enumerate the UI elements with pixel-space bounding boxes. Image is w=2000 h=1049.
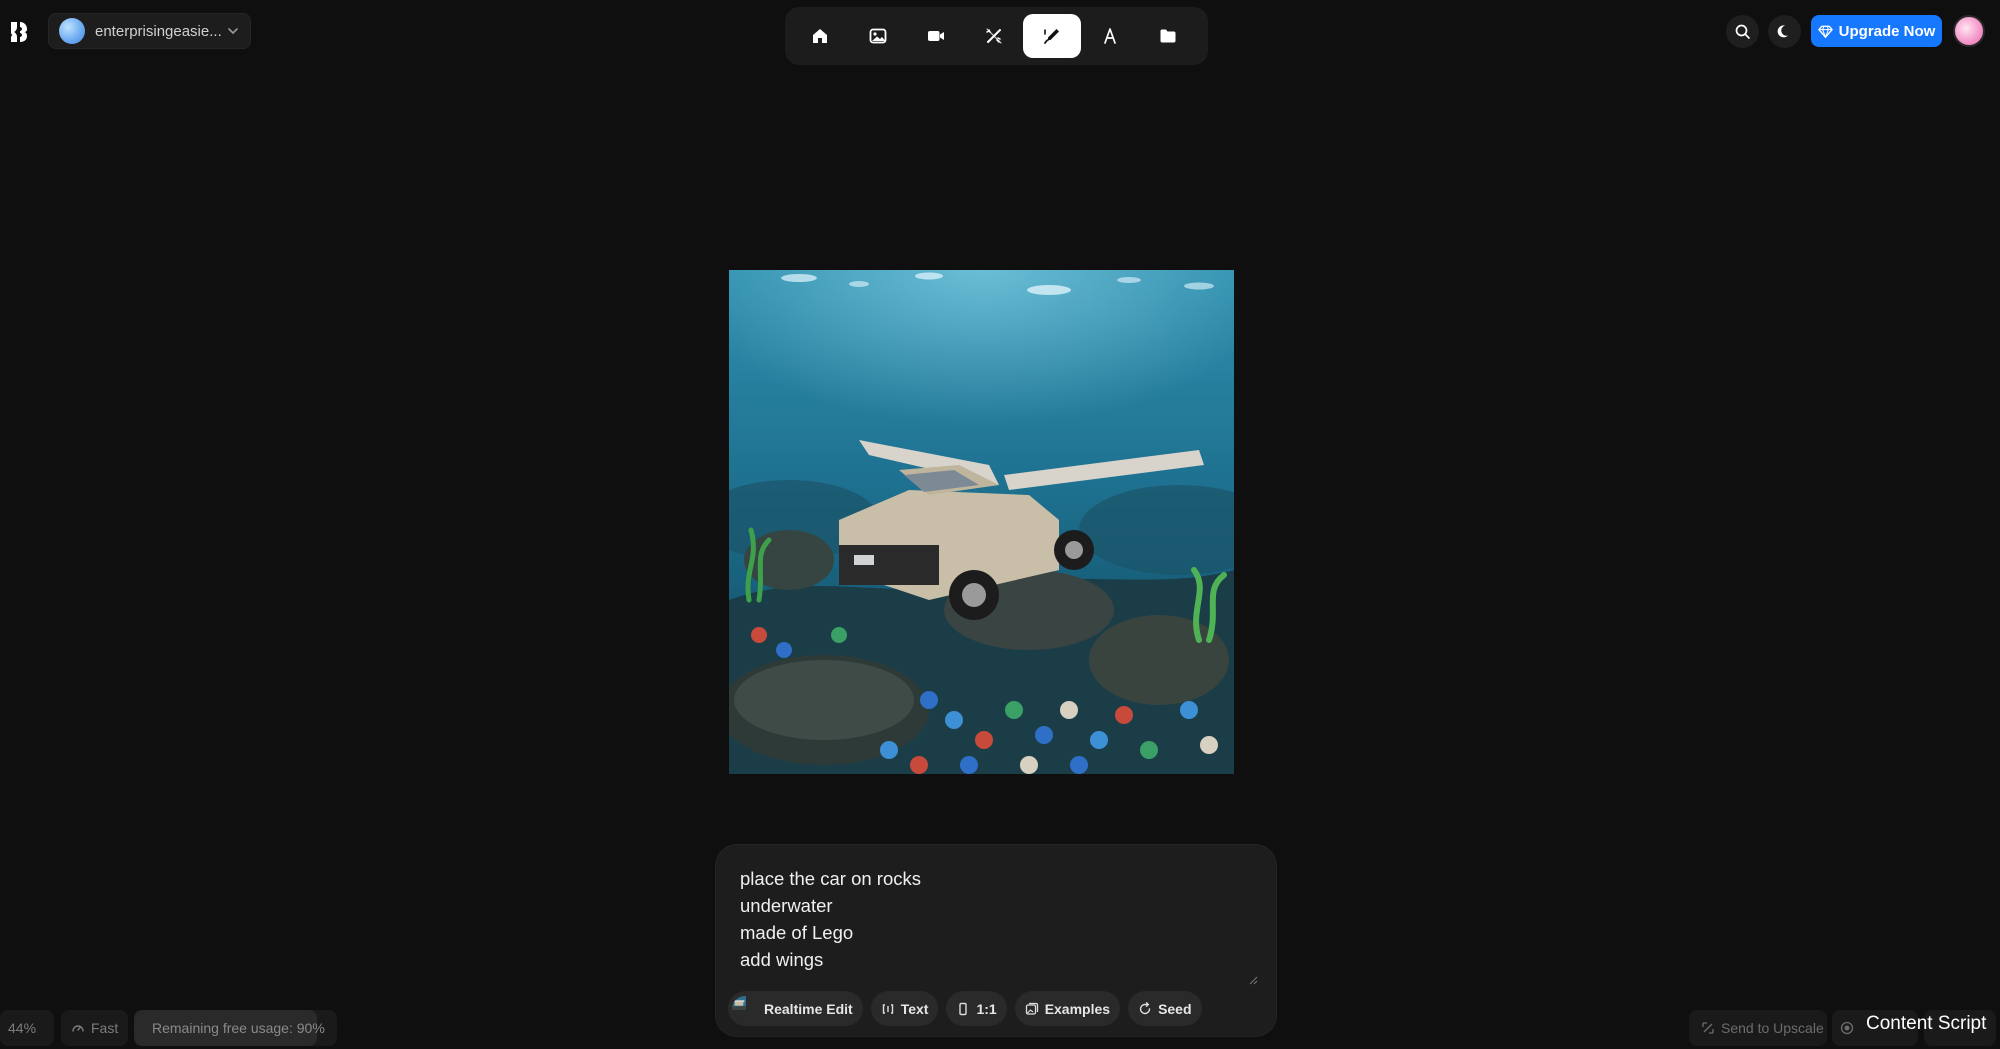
profile-avatar[interactable] [1953, 15, 1985, 47]
folder-icon [1160, 29, 1176, 43]
diamond-icon [1817, 25, 1833, 39]
home-icon [813, 29, 827, 43]
image-icon [869, 28, 887, 44]
aspect-ratio-chip[interactable]: 1:1 [946, 991, 1007, 1026]
examples-chip[interactable]: Examples [1014, 991, 1121, 1026]
refresh-icon [1139, 1001, 1151, 1014]
aspect-ratio-label: 1:1 [976, 1000, 997, 1017]
text-chip-label: Text [900, 1000, 929, 1017]
search-button[interactable] [1726, 15, 1759, 48]
speedometer-icon [72, 1025, 84, 1032]
prompt-input[interactable] [740, 865, 1255, 985]
workspace-selector[interactable]: enterprisingeasie... [48, 13, 251, 49]
speed-mode-button[interactable]: Fast [61, 1010, 128, 1046]
workspace-name: enterprisingeasie... [95, 22, 222, 40]
video-icon [928, 31, 944, 41]
send-to-upscale-button[interactable]: Send to Upscale [1689, 1010, 1827, 1046]
tool-text-style[interactable] [1081, 14, 1139, 58]
krea-logo-icon[interactable] [8, 20, 30, 44]
realtime-edit-chip[interactable]: Realtime Edit [728, 991, 863, 1026]
text-bracket-icon [882, 1003, 893, 1014]
text-style-icon [1104, 28, 1116, 44]
zoom-label: 44% [8, 1020, 37, 1036]
speed-label: Fast [91, 1020, 119, 1036]
tool-video[interactable] [907, 14, 965, 58]
generated-image[interactable] [729, 270, 1234, 774]
record-icon [1840, 1021, 1854, 1035]
examples-label: Examples [1044, 1000, 1111, 1017]
text-chip[interactable]: Text [870, 991, 939, 1026]
chevron-down-icon [228, 28, 238, 35]
usage-label: Remaining free usage: 90% [152, 1020, 325, 1036]
aspect-ratio-icon [959, 1002, 968, 1015]
prompt-panel: Realtime Edit Text 1:1 Examples [715, 844, 1277, 1037]
brush-edit-icon [1044, 29, 1059, 44]
lego-truck-underwater-image [729, 270, 1234, 774]
upscale-label: Send to Upscale [1721, 1020, 1824, 1036]
moon-icon [1777, 25, 1788, 38]
zoom-level[interactable]: 44% [0, 1010, 54, 1046]
gallery-icon [1025, 1002, 1038, 1015]
main-toolbar [785, 7, 1208, 65]
upscale-icon [1702, 1022, 1714, 1034]
tool-assets[interactable] [1139, 14, 1197, 58]
usage-meter: Remaining free usage: 90% [134, 1010, 337, 1046]
realtime-thumbnail [732, 995, 758, 1022]
magic-wand-icon [986, 28, 1002, 44]
seed-label: Seed [1158, 1000, 1192, 1017]
prompt-options: Realtime Edit Text 1:1 Examples Seed [728, 991, 1202, 1026]
content-script-overlay: Content Script [1866, 1013, 1987, 1034]
tool-edit[interactable] [1023, 14, 1081, 58]
workspace-avatar [59, 18, 85, 44]
resize-grip-icon[interactable] [1248, 975, 1258, 985]
upgrade-button[interactable]: Upgrade Now [1811, 15, 1942, 47]
tool-enhance[interactable] [965, 14, 1023, 58]
theme-toggle-button[interactable] [1768, 15, 1801, 48]
upgrade-label: Upgrade Now [1838, 22, 1936, 40]
tool-image[interactable] [849, 14, 907, 58]
search-icon [1735, 24, 1750, 39]
seed-chip[interactable]: Seed [1128, 991, 1202, 1026]
realtime-edit-label: Realtime Edit [764, 1000, 853, 1017]
tool-home[interactable] [791, 14, 849, 58]
